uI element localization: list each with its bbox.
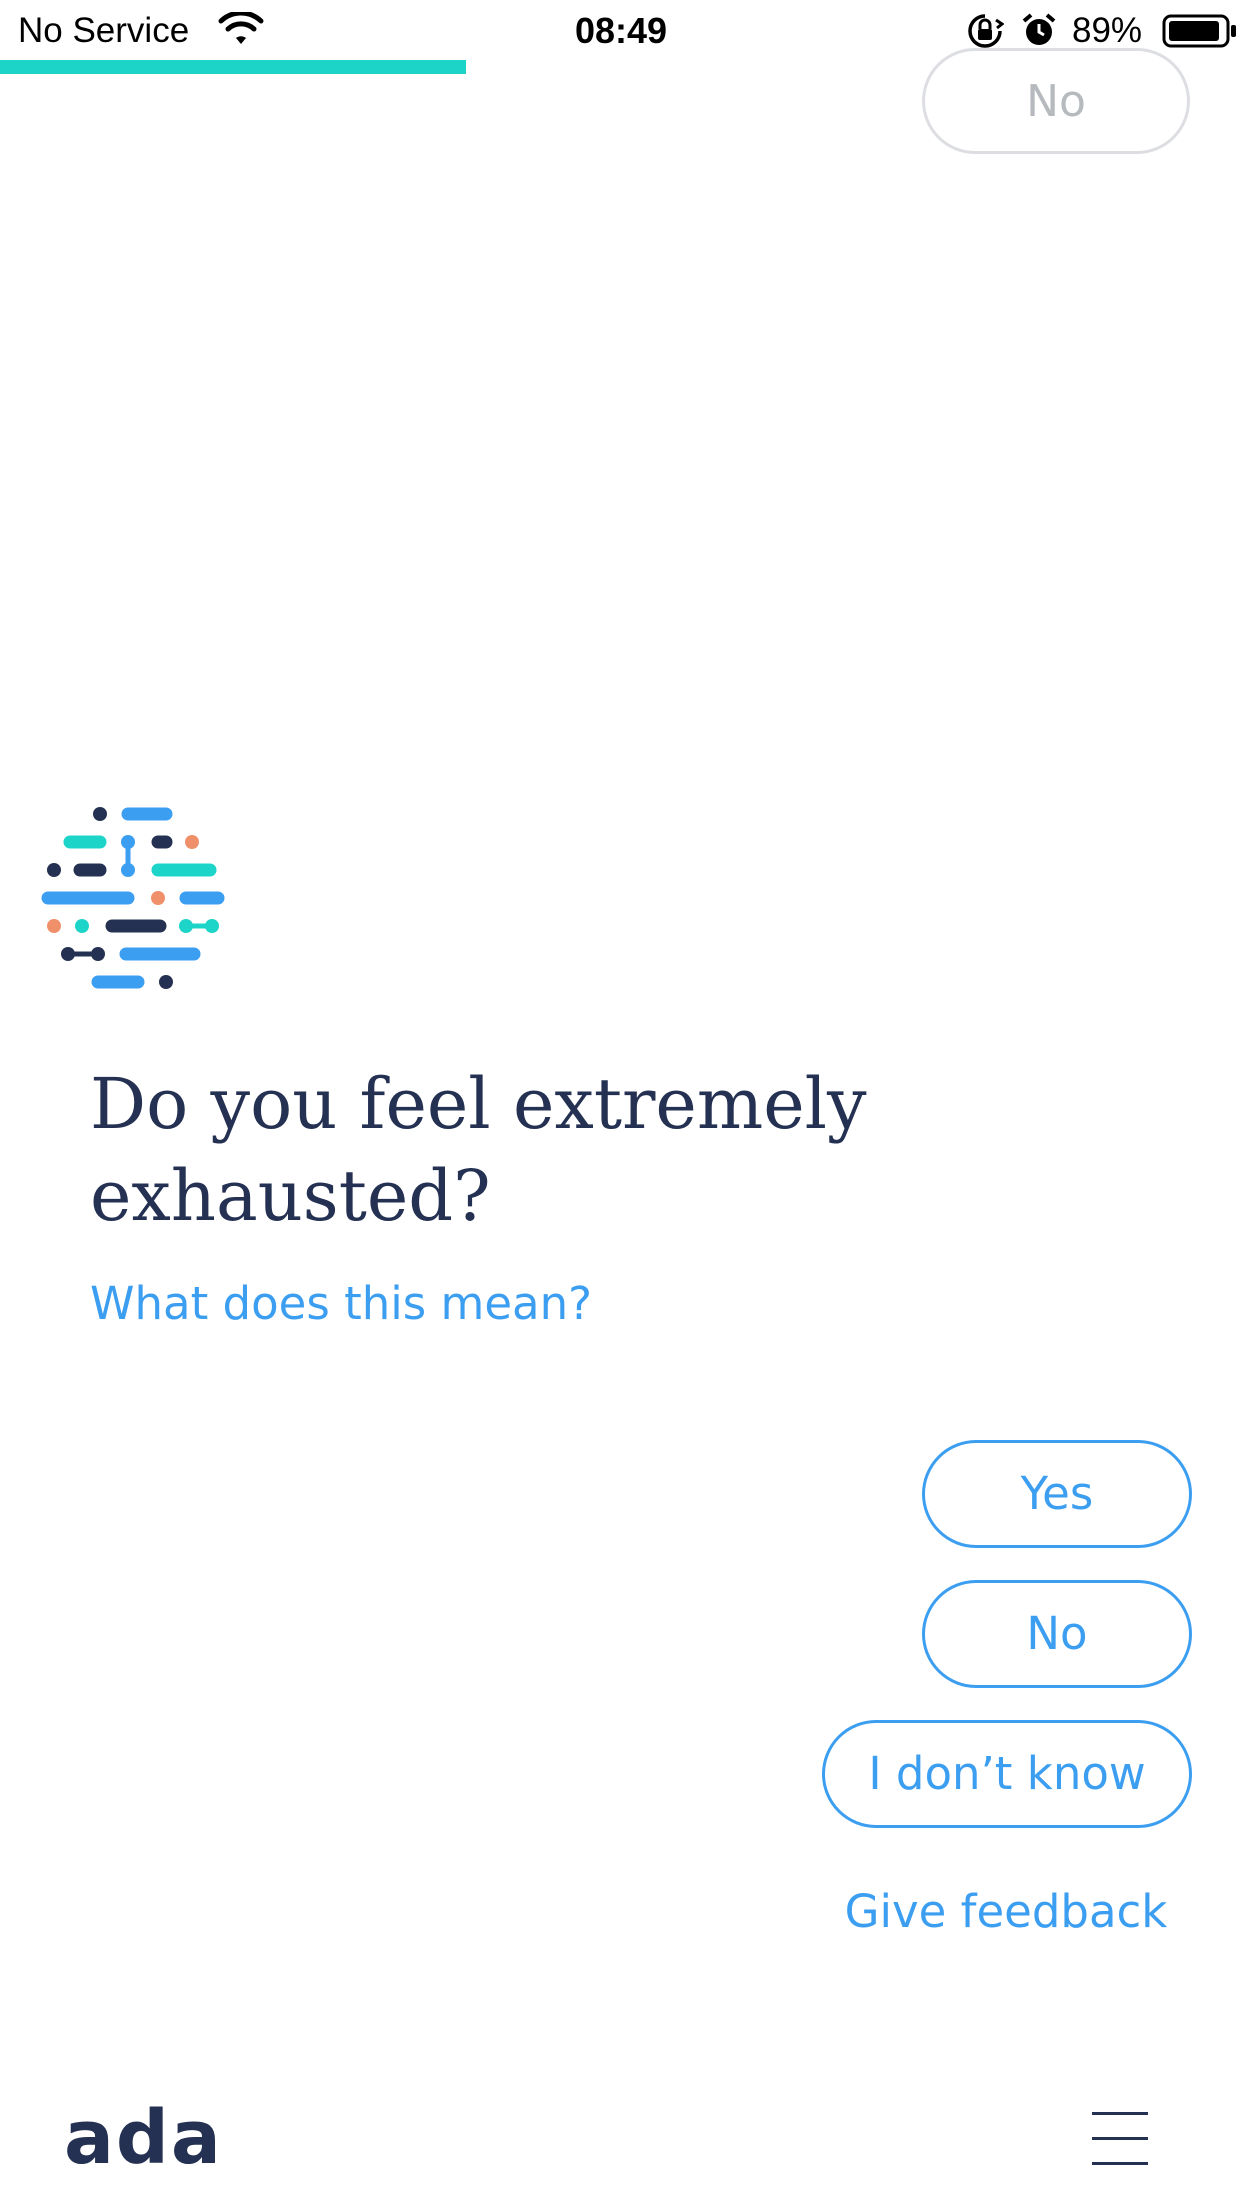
what-does-this-mean-link[interactable]: What does this mean?: [90, 1274, 592, 1334]
answer-yes-button[interactable]: Yes: [922, 1440, 1192, 1548]
progress-fill: [0, 60, 466, 74]
answer-dont-know-button[interactable]: I don’t know: [822, 1720, 1192, 1828]
give-feedback-link[interactable]: Give feedback: [820, 1882, 1192, 1942]
rotation-lock-icon: [968, 14, 1004, 48]
question-text: Do you feel extremely exhausted?: [90, 1063, 867, 1237]
answer-no-button[interactable]: No: [922, 1580, 1192, 1688]
ada-avatar-icon: [41, 807, 225, 989]
battery-percent: 89%: [1072, 11, 1143, 50]
battery-icon: [1162, 14, 1236, 48]
hamburger-menu-icon[interactable]: [1086, 2108, 1152, 2168]
ada-logo: ada: [64, 2095, 223, 2181]
alarm-icon: [1022, 13, 1056, 45]
previous-answer-bubble: No: [922, 48, 1190, 154]
